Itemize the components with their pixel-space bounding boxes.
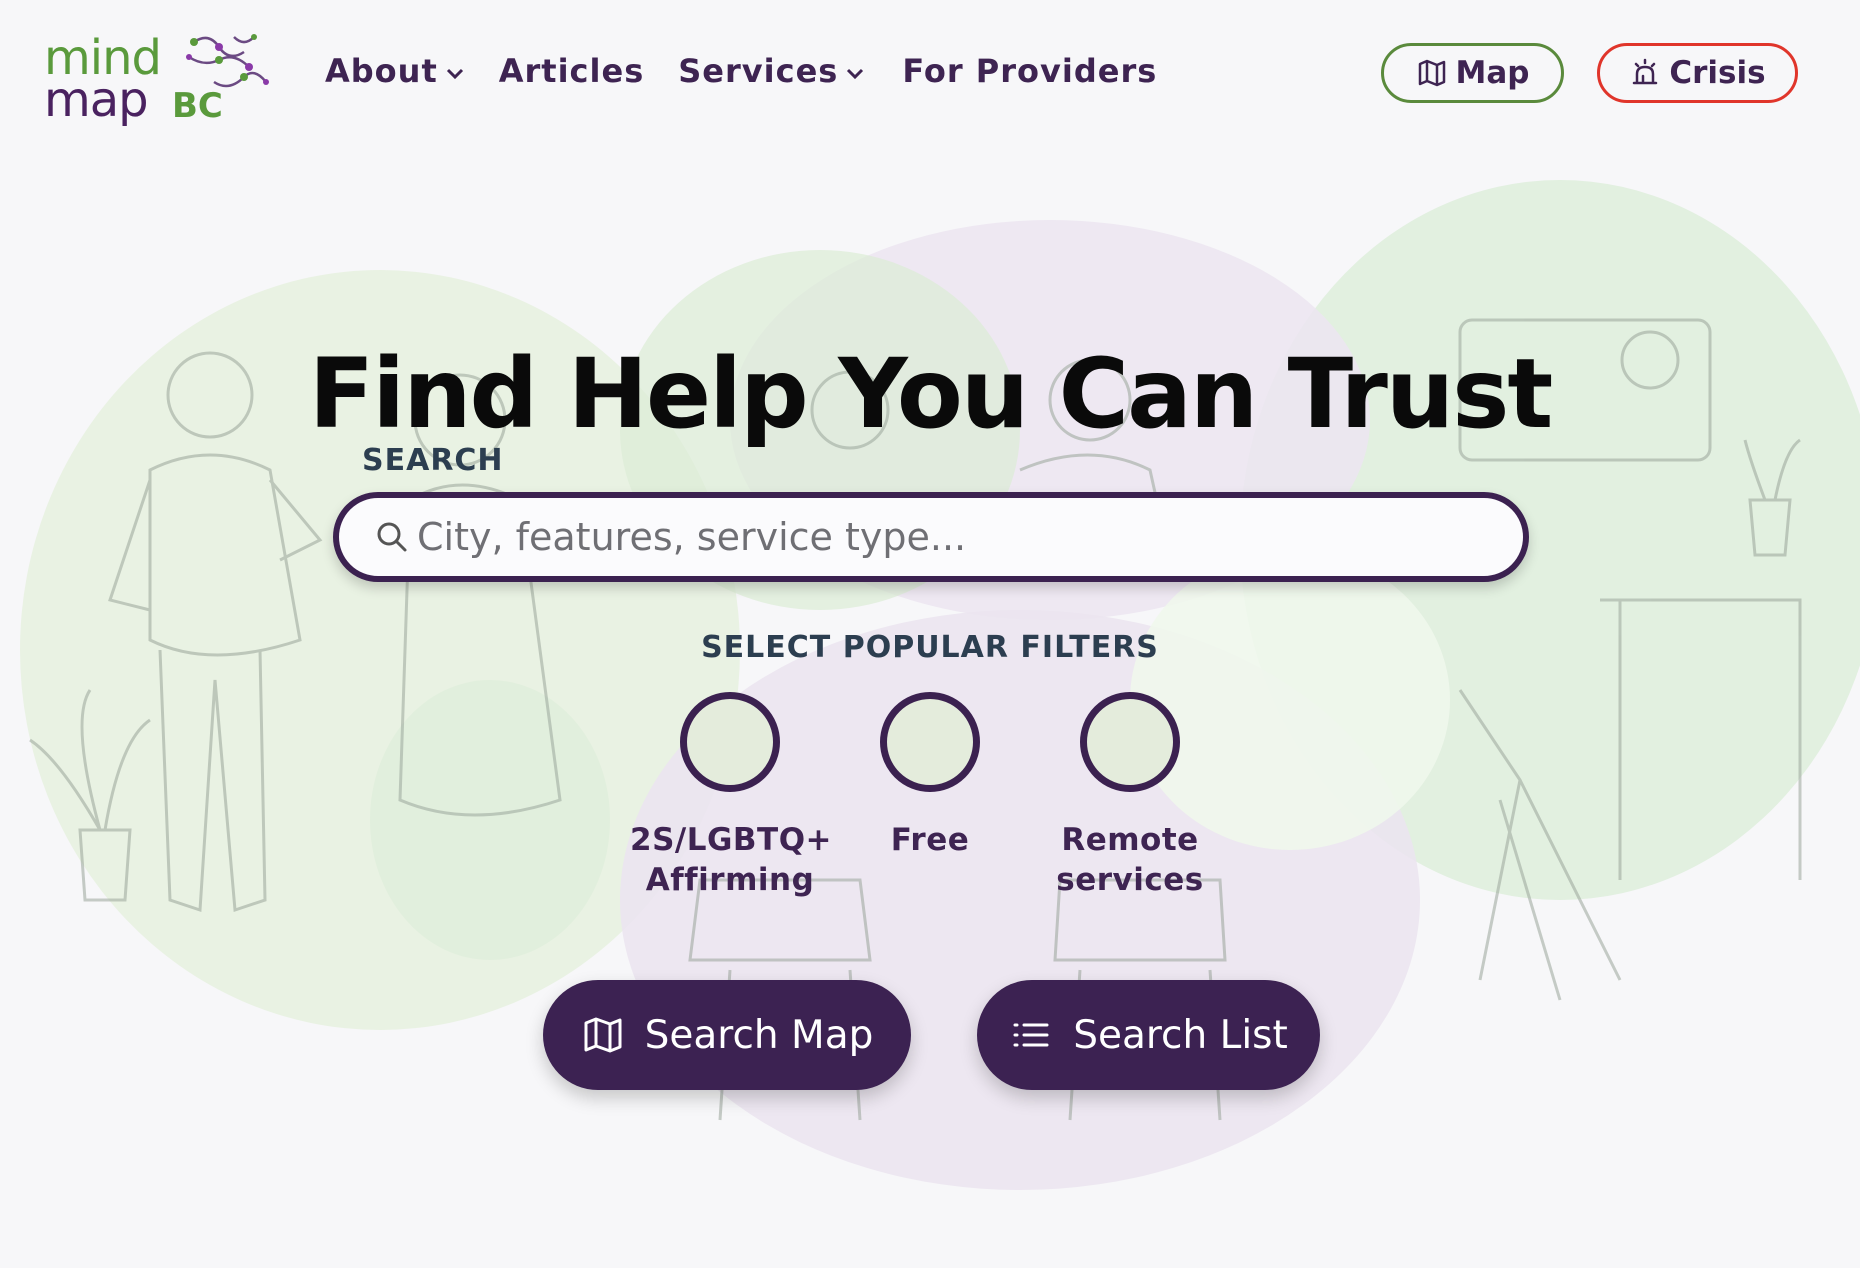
- filter-label-line1: Free: [890, 822, 970, 858]
- filter-2s-lgbtq-affirming[interactable]: 2S/LGBTQ+ Affirming: [630, 692, 833, 901]
- filter-toggle-circle[interactable]: [680, 692, 780, 792]
- search-list-button[interactable]: Search List: [977, 980, 1320, 1090]
- search-list-label: Search List: [1073, 1012, 1288, 1058]
- search-icon: [377, 522, 407, 552]
- nav-about[interactable]: About: [325, 52, 464, 90]
- alarm-icon: [1633, 58, 1658, 85]
- filter-label: 2S/LGBTQ+ Affirming: [630, 820, 833, 901]
- nav-services[interactable]: Services: [678, 52, 864, 90]
- filter-toggle-circle[interactable]: [880, 692, 980, 792]
- hero-section: Find Help You Can Trust SEARCH SELECT PO…: [0, 0, 1860, 1268]
- nav-for-providers[interactable]: For Providers: [902, 52, 1157, 90]
- crisis-button[interactable]: Crisis: [1597, 43, 1798, 103]
- filters-label: SELECT POPULAR FILTERS: [701, 630, 1159, 665]
- search-box[interactable]: [333, 492, 1529, 582]
- filter-free[interactable]: Free: [830, 692, 1030, 860]
- filter-label-line1: Remote: [1061, 822, 1199, 858]
- map-icon: [584, 1017, 622, 1053]
- nav-about-label: About: [325, 52, 438, 90]
- crisis-button-label: Crisis: [1669, 55, 1766, 91]
- nav-for-providers-label: For Providers: [902, 52, 1158, 90]
- nav-articles-label: Articles: [498, 52, 645, 90]
- mindmap-bc-logo[interactable]: mind map BC: [44, 28, 274, 128]
- site-header: mind map BC About Articles Services For …: [0, 0, 1860, 150]
- chevron-down-icon: [847, 68, 864, 80]
- main-nav: About Articles Services For Providers: [325, 52, 1157, 90]
- filter-label: Remote services: [1030, 820, 1230, 901]
- filter-label-line2: services: [1056, 862, 1204, 899]
- search-label: SEARCH: [362, 443, 504, 478]
- search-input[interactable]: [415, 514, 1499, 560]
- map-button[interactable]: Map: [1381, 43, 1564, 103]
- filter-label-line1: 2S/LGBTQ+: [630, 822, 833, 858]
- logo-network-icon: [186, 34, 269, 88]
- nav-articles[interactable]: Articles: [499, 52, 645, 90]
- logo-map-text: map: [44, 72, 149, 128]
- nav-services-label: Services: [678, 52, 839, 90]
- filter-remote-services[interactable]: Remote services: [1030, 692, 1230, 901]
- chevron-down-icon: [446, 68, 463, 80]
- filter-toggle-circle[interactable]: [1080, 692, 1180, 792]
- search-map-button[interactable]: Search Map: [543, 980, 911, 1090]
- search-map-label: Search Map: [644, 1012, 874, 1058]
- map-icon: [1418, 59, 1445, 87]
- filter-label-line2: Affirming: [645, 862, 815, 899]
- list-icon: [1013, 1023, 1049, 1047]
- map-button-label: Map: [1455, 55, 1530, 91]
- hero-title: Find Help You Can Trust: [308, 338, 1554, 451]
- filter-label: Free: [830, 820, 1030, 860]
